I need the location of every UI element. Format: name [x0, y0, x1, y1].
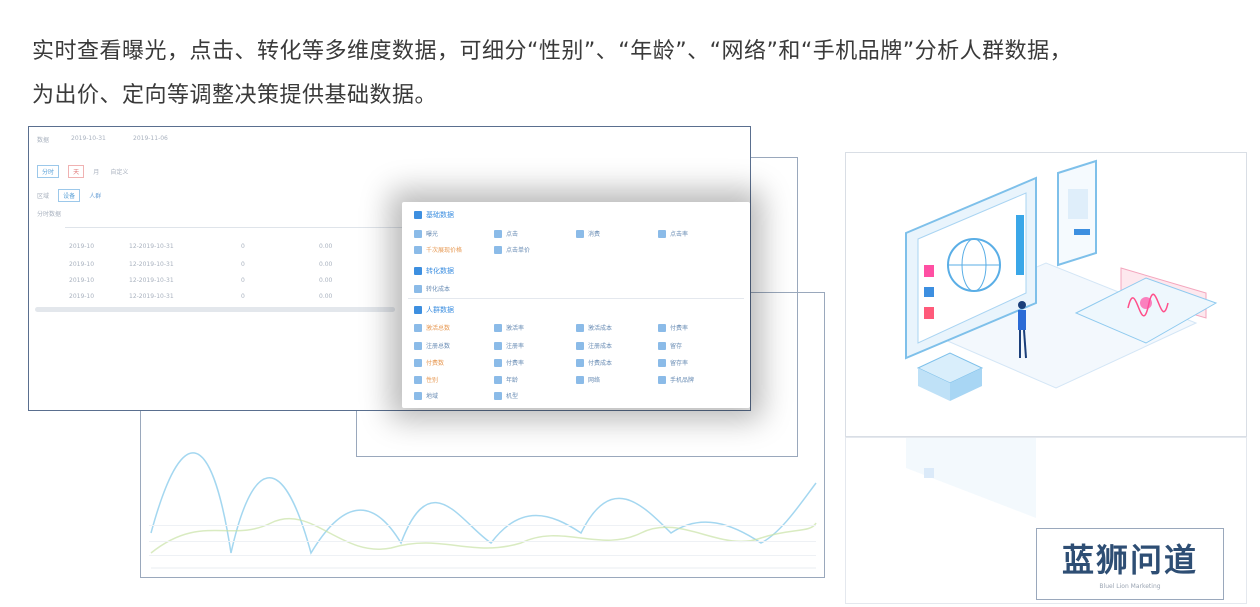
metric-option[interactable]: 千次展现价格	[414, 245, 462, 254]
checkbox-icon[interactable]	[658, 229, 666, 238]
sub-chip-region[interactable]: 区域	[37, 193, 49, 200]
filter-chips: 分时 天 月 自定义	[37, 159, 128, 178]
checkbox-icon[interactable]	[658, 323, 666, 332]
checkbox-icon[interactable]	[494, 245, 502, 254]
section-label: 分时数据	[37, 211, 62, 218]
metric-option[interactable]: 付费率	[658, 323, 688, 332]
intro-line-2: 为出价、定向等调整决策提供基础数据。	[32, 83, 438, 108]
metric-option[interactable]: 付费率	[494, 358, 524, 367]
checkbox-icon[interactable]	[414, 211, 422, 219]
metric-option[interactable]: 激活成本	[576, 323, 612, 332]
metric-picker-popup: 基础数据 曝光 点击 消费 点击率 千次展现价格 点击单价 转化数据 转化成本 …	[402, 202, 750, 408]
metric-option[interactable]: 消费	[576, 229, 600, 238]
checkbox-icon[interactable]	[494, 341, 502, 350]
filter-chip-day[interactable]: 天	[68, 165, 85, 178]
checkbox-icon[interactable]	[658, 358, 666, 367]
checkbox-icon[interactable]	[414, 306, 422, 314]
checkbox-icon[interactable]	[576, 375, 584, 384]
metric-option[interactable]: 留存	[658, 341, 682, 350]
metric-option[interactable]: 注册成本	[576, 341, 612, 350]
checkbox-icon[interactable]	[658, 341, 666, 350]
checkbox-icon[interactable]	[414, 229, 422, 238]
metric-option[interactable]: 留存率	[658, 358, 688, 367]
metric-option[interactable]: 激活率	[494, 323, 524, 332]
brand-logo: 蓝狮问道 Bluel Lion Marketing	[1036, 528, 1224, 600]
metric-option[interactable]: 性别	[414, 375, 438, 384]
metric-option[interactable]: 网络	[576, 375, 600, 384]
metric-option[interactable]: 曝光	[414, 229, 438, 238]
section-basic-title: 基础数据	[426, 211, 454, 219]
checkbox-icon[interactable]	[494, 358, 502, 367]
illustration-card	[845, 152, 1247, 437]
checkbox-icon[interactable]	[414, 391, 422, 400]
metric-option[interactable]: 手机品牌	[658, 375, 694, 384]
date-to[interactable]: 2019-11-06	[133, 135, 168, 142]
filter-chip-month[interactable]: 月	[93, 169, 99, 176]
checkbox-icon[interactable]	[414, 323, 422, 332]
date-from[interactable]: 2019-10-31	[71, 135, 106, 142]
metric-option[interactable]: 机型	[494, 391, 518, 400]
section-basic: 基础数据	[414, 210, 454, 220]
checkbox-icon[interactable]	[576, 229, 584, 238]
checkbox-icon[interactable]	[414, 284, 422, 293]
sub-chip-device[interactable]: 设备	[58, 189, 81, 202]
checkbox-icon[interactable]	[414, 375, 422, 384]
dashboard-illustration	[904, 159, 1218, 401]
filter-chip-hourly[interactable]: 分时	[37, 165, 60, 178]
checkbox-icon[interactable]	[576, 323, 584, 332]
checkbox-icon[interactable]	[494, 323, 502, 332]
checkbox-icon[interactable]	[576, 358, 584, 367]
person-icon	[1018, 301, 1026, 309]
checkbox-icon[interactable]	[414, 358, 422, 367]
brand-tagline: Bluel Lion Marketing	[1099, 583, 1161, 590]
checkbox-icon[interactable]	[414, 245, 422, 254]
metric-option[interactable]: 注册总数	[414, 341, 450, 350]
horizontal-scrollbar[interactable]	[35, 307, 395, 312]
metric-option[interactable]: 点击率	[658, 229, 688, 238]
metric-option[interactable]: 激活总数	[414, 323, 450, 332]
section-conversion-title: 转化数据	[426, 267, 454, 275]
sub-chip-audience[interactable]: 人群	[89, 193, 101, 200]
sub-chips: 区域 设备 人群	[37, 183, 101, 202]
checkbox-icon[interactable]	[658, 375, 666, 384]
metric-option[interactable]: 转化成本	[414, 284, 450, 293]
section-audience-title: 人群数据	[426, 306, 454, 314]
metric-option[interactable]: 点击	[494, 229, 518, 238]
section-audience: 人群数据	[414, 305, 454, 315]
intro-line-1: 实时查看曝光，点击、转化等多维度数据，可细分“性别”、“年龄”、“网络”和“手机…	[32, 39, 1073, 64]
checkbox-icon[interactable]	[576, 341, 584, 350]
metric-option[interactable]: 点击单价	[494, 245, 530, 254]
checkbox-icon[interactable]	[494, 229, 502, 238]
checkbox-icon[interactable]	[494, 375, 502, 384]
metric-option[interactable]: 付费成本	[576, 358, 612, 367]
report-title: 数据	[37, 137, 50, 144]
checkbox-icon[interactable]	[494, 391, 502, 400]
divider	[408, 298, 744, 299]
metric-option[interactable]: 注册率	[494, 341, 524, 350]
checkbox-icon[interactable]	[414, 341, 422, 350]
brand-name: 蓝狮问道	[1061, 541, 1198, 579]
checkbox-icon[interactable]	[414, 267, 422, 275]
filter-chip-custom[interactable]: 自定义	[110, 169, 128, 176]
section-conversion: 转化数据	[414, 266, 454, 276]
intro-text: 实时查看曝光，点击、转化等多维度数据，可细分“性别”、“年龄”、“网络”和“手机…	[32, 30, 1252, 118]
metric-option[interactable]: 年龄	[494, 375, 518, 384]
metric-option[interactable]: 付费数	[414, 358, 444, 367]
metric-option[interactable]: 地域	[414, 391, 438, 400]
